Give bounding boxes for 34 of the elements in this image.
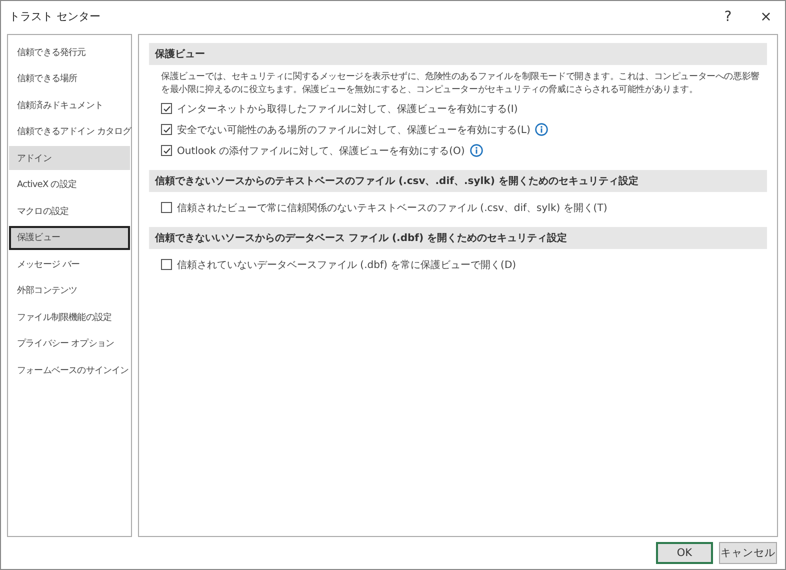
checkbox-label[interactable]: 信頼されたビューで常に信頼関係のないテキストベースのファイル (.csv、dif、sylk) を開く(T): [177, 200, 608, 214]
sidebar-item[interactable]: 信頼できる発行元: [9, 40, 130, 64]
checkbox-label[interactable]: インターネットから取得したファイルに対して、保護ビューを有効にする(I): [177, 102, 518, 116]
sidebar-item[interactable]: アドイン: [9, 146, 130, 170]
description-text: 保護ビューでは、セキュリティに関するメッセージを表示せずに、危険性のあるファイルを制限モードで開きます。これは、コンピューターへの悪影響を最小限に抑えるのに役立ちます。保護ビューを無効にすると、コンピューターがセキュリティの脅威にさらされる可能性があります。: [160, 71, 760, 97]
section-heading: 保護ビュー: [149, 43, 767, 65]
checkbox[interactable]: [161, 259, 172, 270]
info-icon[interactable]: [470, 144, 483, 157]
sidebar-item[interactable]: メッセージ バー: [9, 252, 130, 276]
close-button[interactable]: ×: [747, 2, 785, 30]
help-button[interactable]: ?: [709, 2, 747, 30]
checkbox-label[interactable]: Outlook の添付ファイルに対して、保護ビューを有効にする(O): [177, 144, 465, 158]
sidebar-item[interactable]: 保護ビュー: [9, 226, 130, 250]
sidebar-item[interactable]: ActiveX の設定: [9, 172, 130, 196]
checkbox[interactable]: [161, 145, 172, 156]
sidebar-item[interactable]: プライバシー オプション: [9, 332, 130, 356]
sidebar-item[interactable]: フォームベースのサインイン: [9, 358, 130, 382]
info-icon[interactable]: [535, 123, 548, 136]
window-title: トラスト センター: [9, 9, 102, 24]
section-heading: 信頼できないいソースからのデータベース ファイル (.dbf) を開くためのセキュリティ設定: [149, 227, 767, 249]
cancel-button[interactable]: キャンセル: [719, 542, 777, 564]
section-heading: 信頼できないソースからのテキストベースのファイル (.csv、.dif、.sylk) を開くためのセキュリティ設定: [149, 170, 767, 192]
sidebar-item[interactable]: 信頼済みドキュメント: [9, 93, 130, 117]
sidebar-item[interactable]: ファイル制限機能の設定: [9, 305, 130, 329]
sidebar-item[interactable]: 信頼できる場所: [9, 66, 130, 90]
sidebar-item[interactable]: マクロの設定: [9, 199, 130, 223]
sidebar-item[interactable]: 信頼できるアドイン カタログ: [9, 120, 130, 144]
checkbox[interactable]: [161, 202, 172, 213]
ok-button[interactable]: OK: [656, 542, 713, 564]
checkbox[interactable]: [161, 103, 172, 114]
checkbox-label[interactable]: 安全でない可能性のある場所のファイルに対して、保護ビューを有効にする(L): [177, 122, 530, 136]
checkbox[interactable]: [161, 124, 172, 135]
checkbox-label[interactable]: 信頼されていないデータベースファイル (.dbf) を常に保護ビューで開く(D): [177, 258, 516, 272]
sidebar-item[interactable]: 外部コンテンツ: [9, 278, 130, 302]
